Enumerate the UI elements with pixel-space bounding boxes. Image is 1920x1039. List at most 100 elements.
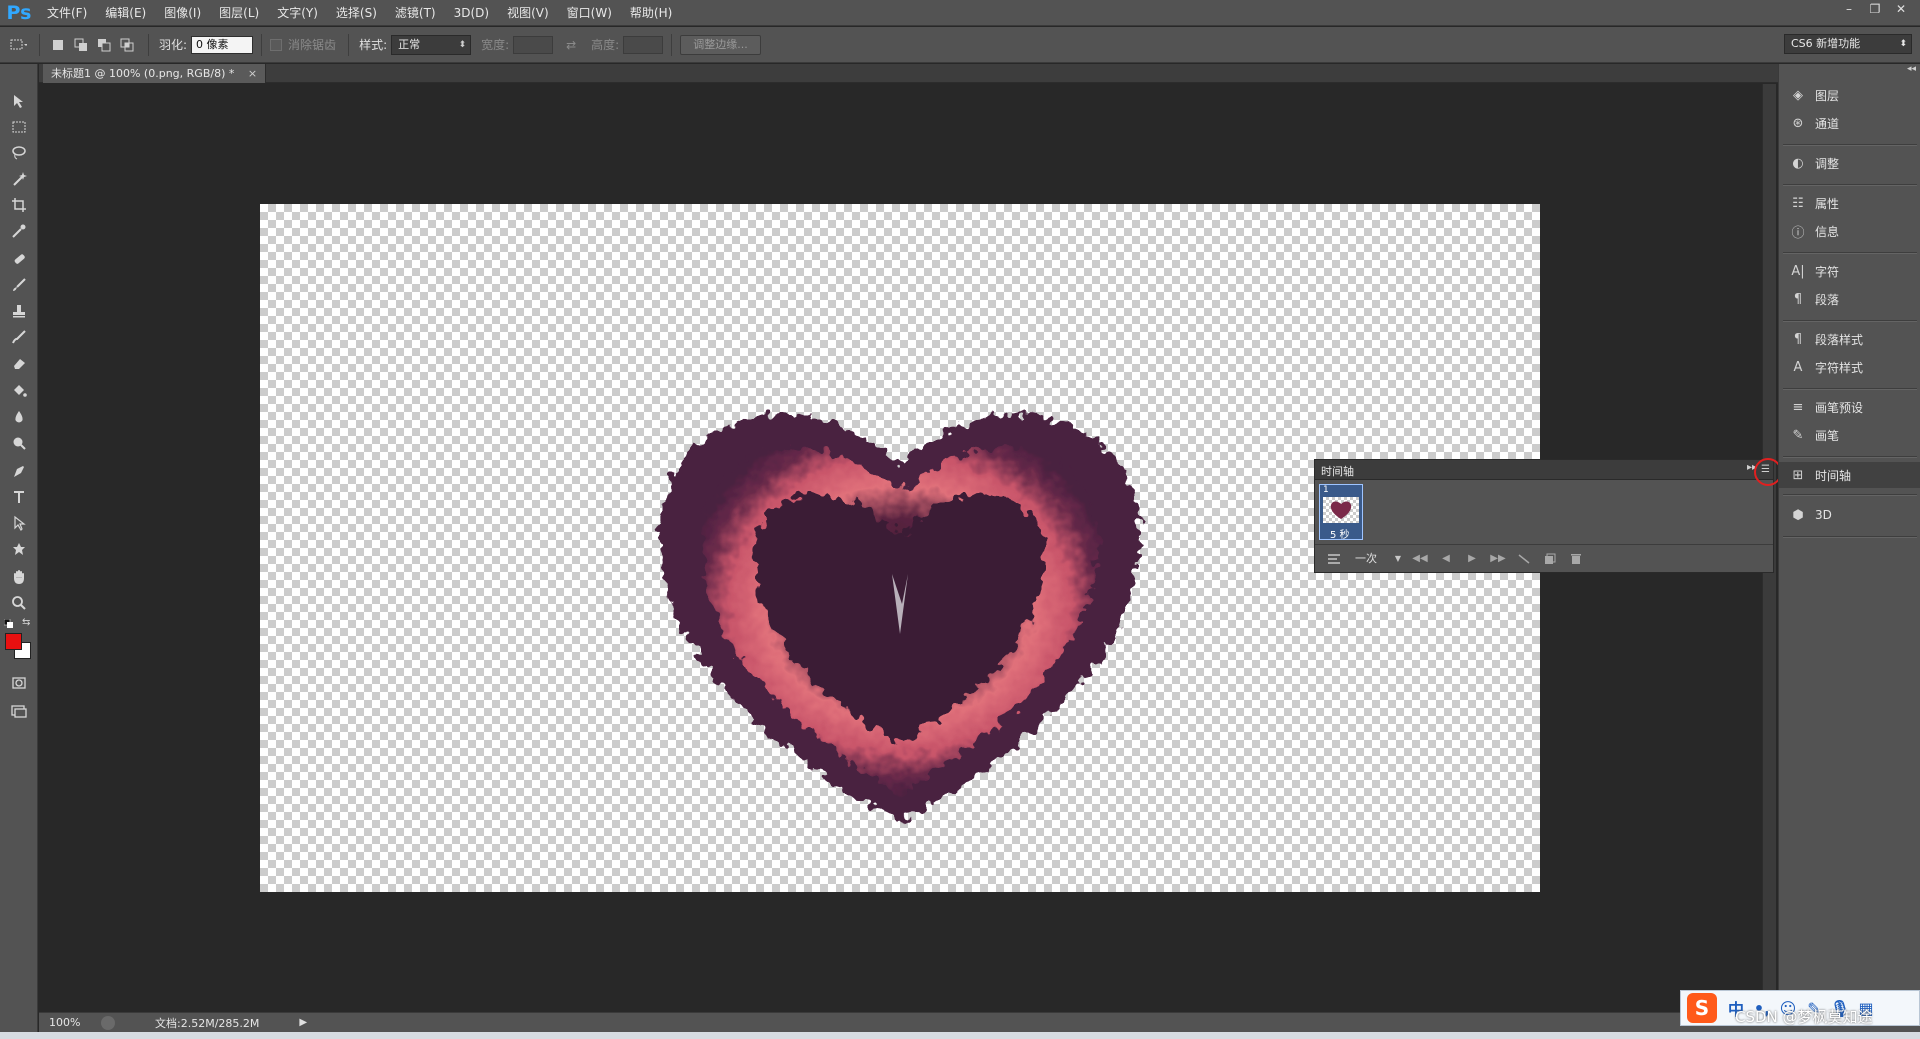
animation-frame[interactable]: 1 5 秒 [1319,484,1363,541]
sogou-logo[interactable]: S [1687,993,1717,1023]
custom-shape-icon[interactable] [6,538,32,560]
convert-timeline-icon[interactable] [1321,549,1347,569]
menu-view[interactable]: 视图(V) [498,0,558,26]
document-tab[interactable]: 未标题1 @ 100% (0.png, RGB/8) * × [43,64,267,83]
eyedropper-icon[interactable] [6,220,32,242]
refine-edge-button[interactable]: 调整边缘... [680,34,761,55]
new-selection-icon[interactable] [48,35,68,55]
path-selection-icon[interactable] [6,512,32,534]
divider [1783,184,1917,186]
foreground-color-swatch[interactable] [5,633,22,650]
restore-button[interactable]: ❐ [1862,0,1888,18]
antialias-checkbox[interactable] [270,38,283,51]
style-select[interactable]: 正常 ⬍ [391,34,472,55]
menu-select[interactable]: 选择(S) [327,0,386,26]
status-info-icon[interactable] [101,1015,115,1030]
swap-colors-icon[interactable]: ⇆ [22,617,30,628]
dock-item-adjustments[interactable]: ◐ 调整 [1779,150,1920,176]
crop-icon[interactable] [6,194,32,216]
workspace-switcher[interactable]: CS6 新增功能 ⬍ [1784,34,1912,54]
hand-tool-icon[interactable] [6,566,32,588]
dock-item-paragraph-styles[interactable]: ¶ 段落样式 [1779,326,1920,352]
intersect-selection-icon[interactable] [117,35,137,55]
dock-item-character-styles[interactable]: A 字符样式 [1779,354,1920,380]
magic-wand-icon[interactable] [6,168,32,190]
dock-item-layers[interactable]: ◈ 图层 [1779,82,1920,108]
zoom-tool-icon[interactable] [6,592,32,614]
dock-item-brush-presets[interactable]: ≡ 画笔预设 [1779,394,1920,420]
height-input[interactable] [623,35,664,54]
type-tool-icon[interactable] [6,486,32,508]
minimize-button[interactable]: – [1836,0,1862,18]
options-bar: 羽化: 0 像素 消除锯齿 样式: 正常 ⬍ 宽度: ⇄ 高度: 调整边缘... [0,27,1920,63]
eraser-icon[interactable] [6,352,32,374]
width-input[interactable] [513,35,554,54]
rectangular-marquee-icon[interactable] [6,116,32,138]
add-selection-icon[interactable] [71,35,91,55]
menu-filter[interactable]: 滤镜(T) [386,0,445,26]
spot-healing-icon[interactable] [6,248,32,270]
timeline-header[interactable]: 时间轴 ▸▸ [1315,460,1773,480]
default-colors-icon[interactable] [3,618,14,628]
screen-mode-icon[interactable] [6,700,32,722]
previous-frame-icon[interactable]: ◀ [1433,549,1459,569]
swap-dimensions-icon[interactable]: ⇄ [561,35,581,55]
dodge-icon[interactable] [6,432,32,454]
dock-item-character[interactable]: A| 字符 [1779,258,1920,284]
menu-window[interactable]: 窗口(W) [558,0,621,26]
dock-item-paragraph[interactable]: ¶ 段落 [1779,286,1920,312]
paint-bucket-icon[interactable] [6,380,32,402]
status-menu-arrow-icon[interactable]: ▶ [299,1017,307,1028]
document-size: 文档:2.52M/285.2M [155,1016,260,1030]
menu-3d[interactable]: 3D(D) [445,0,498,26]
close-button[interactable]: ✕ [1888,0,1914,18]
frame-thumbnail [1323,497,1359,523]
menu-layer[interactable]: 图层(L) [210,0,268,26]
move-tool-icon[interactable] [6,90,32,112]
photoshop-logo: Ps [6,1,32,24]
divider [1783,144,1917,146]
frame-delay[interactable]: 5 秒 [1330,526,1350,541]
clone-stamp-icon[interactable] [6,300,32,322]
duplicate-frame-icon[interactable] [1537,549,1563,569]
dock-item-timeline[interactable]: ⊞ 时间轴 [1779,462,1920,488]
quick-mask-icon[interactable] [6,672,32,694]
menu-edit[interactable]: 编辑(E) [96,0,155,26]
loop-select[interactable]: 一次 ▼ [1351,549,1403,569]
subtract-selection-icon[interactable] [94,35,114,55]
adjustments-icon: ◐ [1792,155,1804,171]
dock-item-label: 段落样式 [1815,332,1864,347]
marquee-tool-preset-icon[interactable] [8,35,28,55]
dock-item-label: 字符 [1815,264,1840,279]
history-brush-icon[interactable] [6,326,32,348]
menu-file[interactable]: 文件(F) [38,0,96,26]
expand-dock-icon[interactable]: ◂◂ [1907,64,1916,74]
tween-icon[interactable] [1511,549,1537,569]
timeline-icon: ⊞ [1792,467,1804,483]
width-label: 宽度: [481,38,510,52]
menu-image[interactable]: 图像(I) [155,0,210,26]
zoom-level[interactable]: 100% [49,1016,93,1029]
panel-dock: ◂◂ ◈ 图层 ⊛ 通道 ◐ 调整 ☷ 属性 ⓘ 信息 A| 字符 ¶ 段落 ¶ 段落样式 A字… [1778,64,1920,1032]
feather-input[interactable]: 0 像素 [191,35,254,54]
dock-item-properties[interactable]: ☷ 属性 [1779,190,1920,216]
lasso-icon[interactable] [6,142,32,164]
workspace-label: CS6 新增功能 [1791,37,1861,50]
close-tab-icon[interactable]: × [248,67,257,80]
frame-number: 1 [1323,485,1329,495]
menu-help[interactable]: 帮助(H) [621,0,681,26]
dock-item-info[interactable]: ⓘ 信息 [1779,218,1920,244]
next-frame-icon[interactable]: ▶▶ [1485,549,1511,569]
first-frame-icon[interactable]: ◀◀ [1407,549,1433,569]
properties-icon: ☷ [1792,195,1804,211]
pen-icon[interactable] [6,460,32,482]
menu-type[interactable]: 文字(Y) [268,0,327,26]
delete-frame-icon[interactable] [1563,549,1589,569]
dock-item-3d[interactable]: ⬢ 3D [1779,502,1920,528]
dock-item-brush[interactable]: ✎ 画笔 [1779,422,1920,448]
brush-icon[interactable] [6,274,32,296]
panel-menu-icon[interactable]: ☰ [1761,464,1770,475]
play-icon[interactable]: ▶ [1459,549,1485,569]
blur-icon[interactable] [6,406,32,428]
dock-item-channels[interactable]: ⊛ 通道 [1779,110,1920,136]
